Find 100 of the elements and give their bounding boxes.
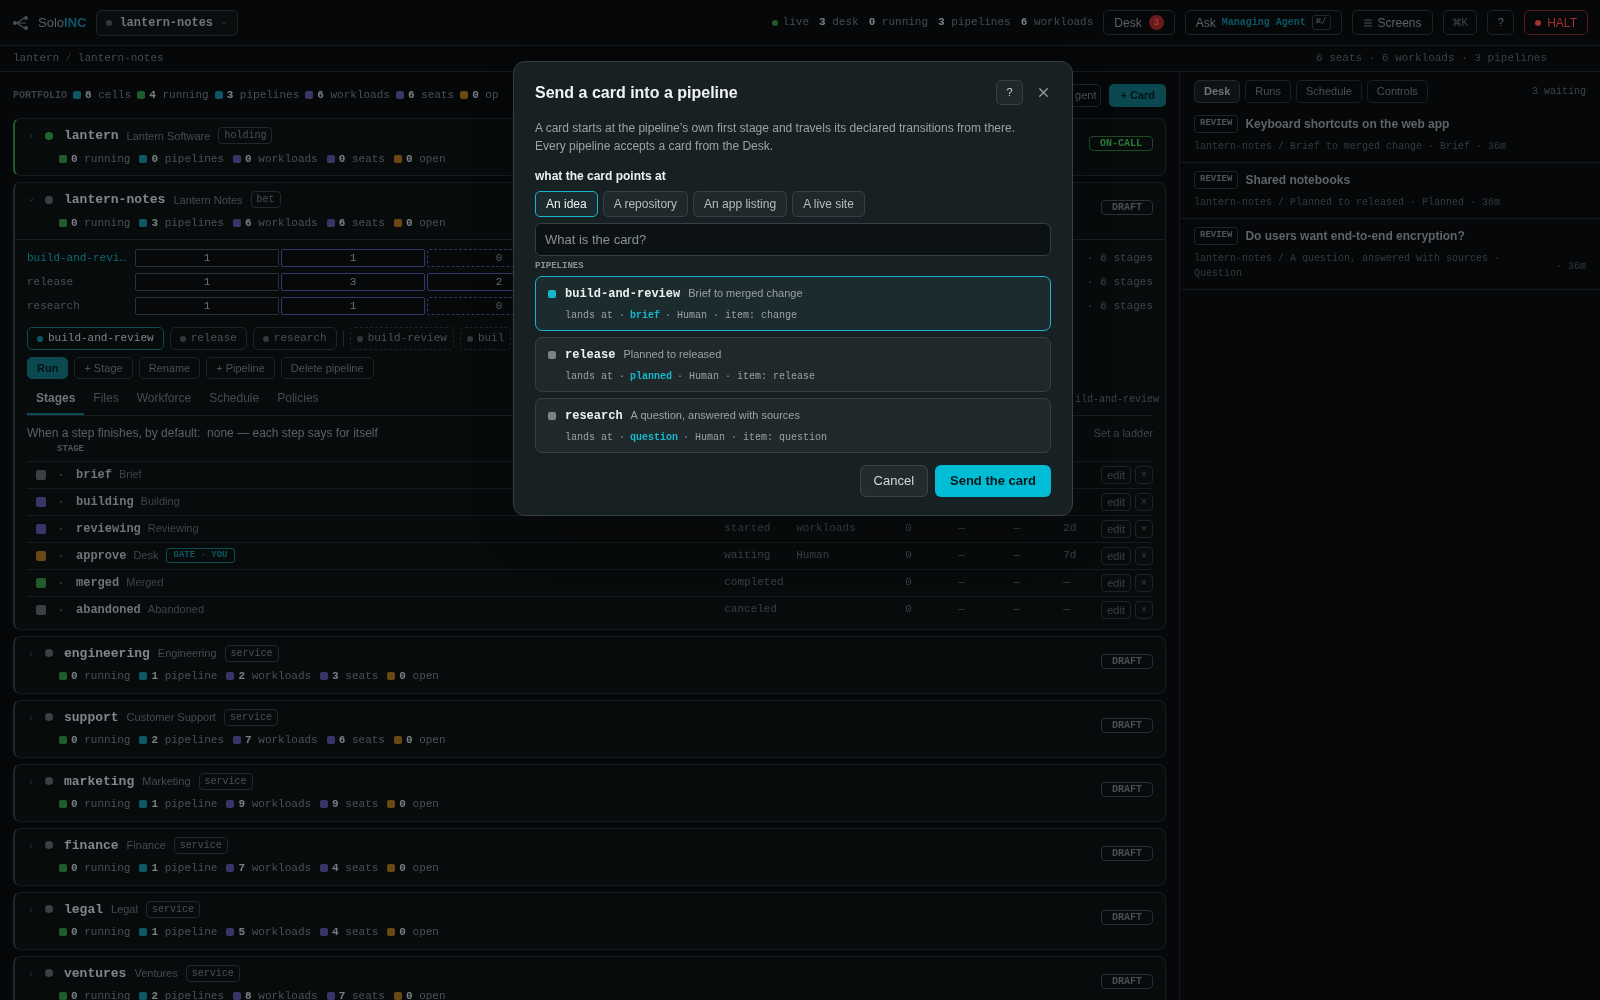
cell-name: lantern <box>64 127 119 145</box>
pipeline-link[interactable]: release <box>27 273 135 291</box>
table-cell-text: — <box>958 548 965 564</box>
stat-text: 0 running <box>71 215 131 231</box>
pipeline-option[interactable]: research A question, answered with sources lands at · question · Human · item: question <box>535 397 1051 453</box>
stage-name: building <box>76 493 134 511</box>
cell-name: support <box>64 708 119 727</box>
stat-text: 0 running <box>71 669 131 684</box>
stat-text: 1 pipeline <box>151 925 218 940</box>
screens-button[interactable]: Screens <box>1351 10 1433 35</box>
breadcrumb-link[interactable]: lantern <box>13 50 60 67</box>
panel-tab[interactable]: Runs <box>1245 80 1291 103</box>
stage-count-cell: 1 <box>281 249 425 267</box>
pipeline-link[interactable]: build-and-revi… <box>27 249 135 267</box>
remove-button[interactable]: × <box>1135 546 1153 565</box>
help-button[interactable]: ? <box>1487 10 1515 35</box>
stat-text: 6 seats <box>338 733 385 748</box>
pipeline-label: ild-and-review <box>1075 393 1159 407</box>
cancel-button[interactable]: Cancel <box>859 464 929 497</box>
stage-title: Building <box>140 494 180 510</box>
project-selector[interactable]: lantern-notes <box>96 9 239 36</box>
stat-text: 4 running <box>149 87 209 103</box>
pipeline-chip[interactable]: research <box>252 327 337 350</box>
card-input[interactable]: What is the card? <box>535 223 1051 256</box>
tag: service <box>198 772 253 790</box>
target-option[interactable]: An app listing <box>693 191 788 217</box>
review-title[interactable]: Keyboard shortcuts on the web app <box>1245 115 1450 133</box>
stat-text: 0 running <box>71 151 131 167</box>
tab[interactable]: Schedule <box>200 385 269 415</box>
tab[interactable]: Files <box>84 385 128 415</box>
pipeline-chip[interactable]: build-review <box>349 327 454 350</box>
ask-agent-button[interactable]: Ask Managing Agent ⌘/ <box>1184 10 1342 35</box>
chevron-icon[interactable] <box>27 777 35 786</box>
review-title[interactable]: Do users want end-to-end encryption? <box>1245 227 1465 245</box>
stat-text: 0 open <box>399 861 439 876</box>
chevron-icon[interactable] <box>27 196 35 204</box>
action-button[interactable]: Rename <box>138 357 201 379</box>
stat-text: 0 open <box>405 151 446 167</box>
cell-name: marketing <box>64 772 135 791</box>
pipeline-option[interactable]: release Planned to released lands at · planned · Human · item: release <box>535 336 1051 392</box>
table-cell-text: — <box>958 521 965 537</box>
target-option[interactable]: An idea <box>535 191 598 217</box>
cell-title: Lantern Notes <box>173 192 243 208</box>
breadcrumb-link[interactable]: lantern-notes <box>77 50 164 67</box>
review-tag: REVIEW <box>1194 227 1239 245</box>
pipeline-chip[interactable]: buil <box>459 327 512 350</box>
remove-button[interactable]: × <box>1135 465 1153 484</box>
stat-text: 4 seats <box>332 925 379 940</box>
cell-name: lantern-notes <box>64 191 166 209</box>
chevron-icon[interactable] <box>27 905 35 914</box>
tab[interactable]: Workforce <box>127 385 201 415</box>
close-icon[interactable] <box>1036 85 1051 100</box>
tag: holding <box>218 127 273 145</box>
help-button[interactable]: ? <box>996 80 1023 105</box>
add-card-button[interactable]: + Card <box>1109 83 1166 107</box>
table-cell-text: — <box>1063 602 1070 618</box>
target-option[interactable]: A repository <box>602 191 689 217</box>
status-badge: DRAFT <box>1101 653 1153 669</box>
field-label: what the card points at <box>535 168 667 185</box>
chevron-icon[interactable] <box>27 969 35 978</box>
tab[interactable]: Stages <box>27 385 85 415</box>
column-header: STAGE <box>57 443 85 456</box>
remove-button[interactable]: × <box>1135 519 1153 538</box>
stat-text: 9 seats <box>332 797 379 812</box>
target-option[interactable]: A live site <box>792 191 865 217</box>
cell-name: legal <box>64 900 103 919</box>
stat-text: 0 running <box>71 861 131 876</box>
pipeline-chip[interactable]: build-and-review <box>27 327 164 350</box>
send-button[interactable]: Send the card <box>935 464 1051 497</box>
action-button[interactable]: Delete pipeline <box>280 357 374 379</box>
stage-title: Brief <box>119 467 142 483</box>
command-button[interactable]: ⌘K <box>1442 10 1478 35</box>
remove-button[interactable]: × <box>1135 600 1153 619</box>
stat-text: 0 open <box>405 215 446 231</box>
chevron-icon[interactable] <box>27 713 35 722</box>
halt-button[interactable]: HALT <box>1524 10 1588 35</box>
stat-text: 0 running <box>868 15 929 31</box>
chevron-icon[interactable] <box>27 649 35 658</box>
desk-button[interactable]: Desk 3 <box>1103 10 1175 35</box>
pipeline-option[interactable]: build-and-review Brief to merged change lands at · brief · Human · item: change <box>535 275 1051 331</box>
panel-tab[interactable]: Schedule <box>1296 80 1362 103</box>
tab[interactable]: Policies <box>268 385 328 415</box>
remove-button[interactable]: × <box>1135 492 1153 511</box>
pipeline-link[interactable]: research <box>27 297 135 315</box>
action-button[interactable]: + Pipeline <box>206 357 275 379</box>
stat-text: 7 seats <box>338 989 385 1000</box>
panel-tab[interactable]: Desk <box>1194 80 1241 103</box>
review-title[interactable]: Shared notebooks <box>1245 171 1351 189</box>
chevron-icon[interactable] <box>27 132 35 140</box>
action-button[interactable]: + Stage <box>74 357 133 379</box>
status-badge: DRAFT <box>1101 781 1153 797</box>
default-rule-text: When a step finishes, by default: none — each step says for itself <box>27 425 378 442</box>
pipeline-chip[interactable]: release <box>169 327 247 350</box>
stat-text: 0 op <box>472 87 499 103</box>
panel-tab[interactable]: Controls <box>1366 80 1428 103</box>
chevron-icon[interactable] <box>27 841 35 850</box>
tag: service <box>173 836 228 854</box>
review-tag: REVIEW <box>1194 171 1239 189</box>
action-button[interactable]: Run <box>27 357 69 379</box>
remove-button[interactable]: × <box>1135 573 1153 592</box>
